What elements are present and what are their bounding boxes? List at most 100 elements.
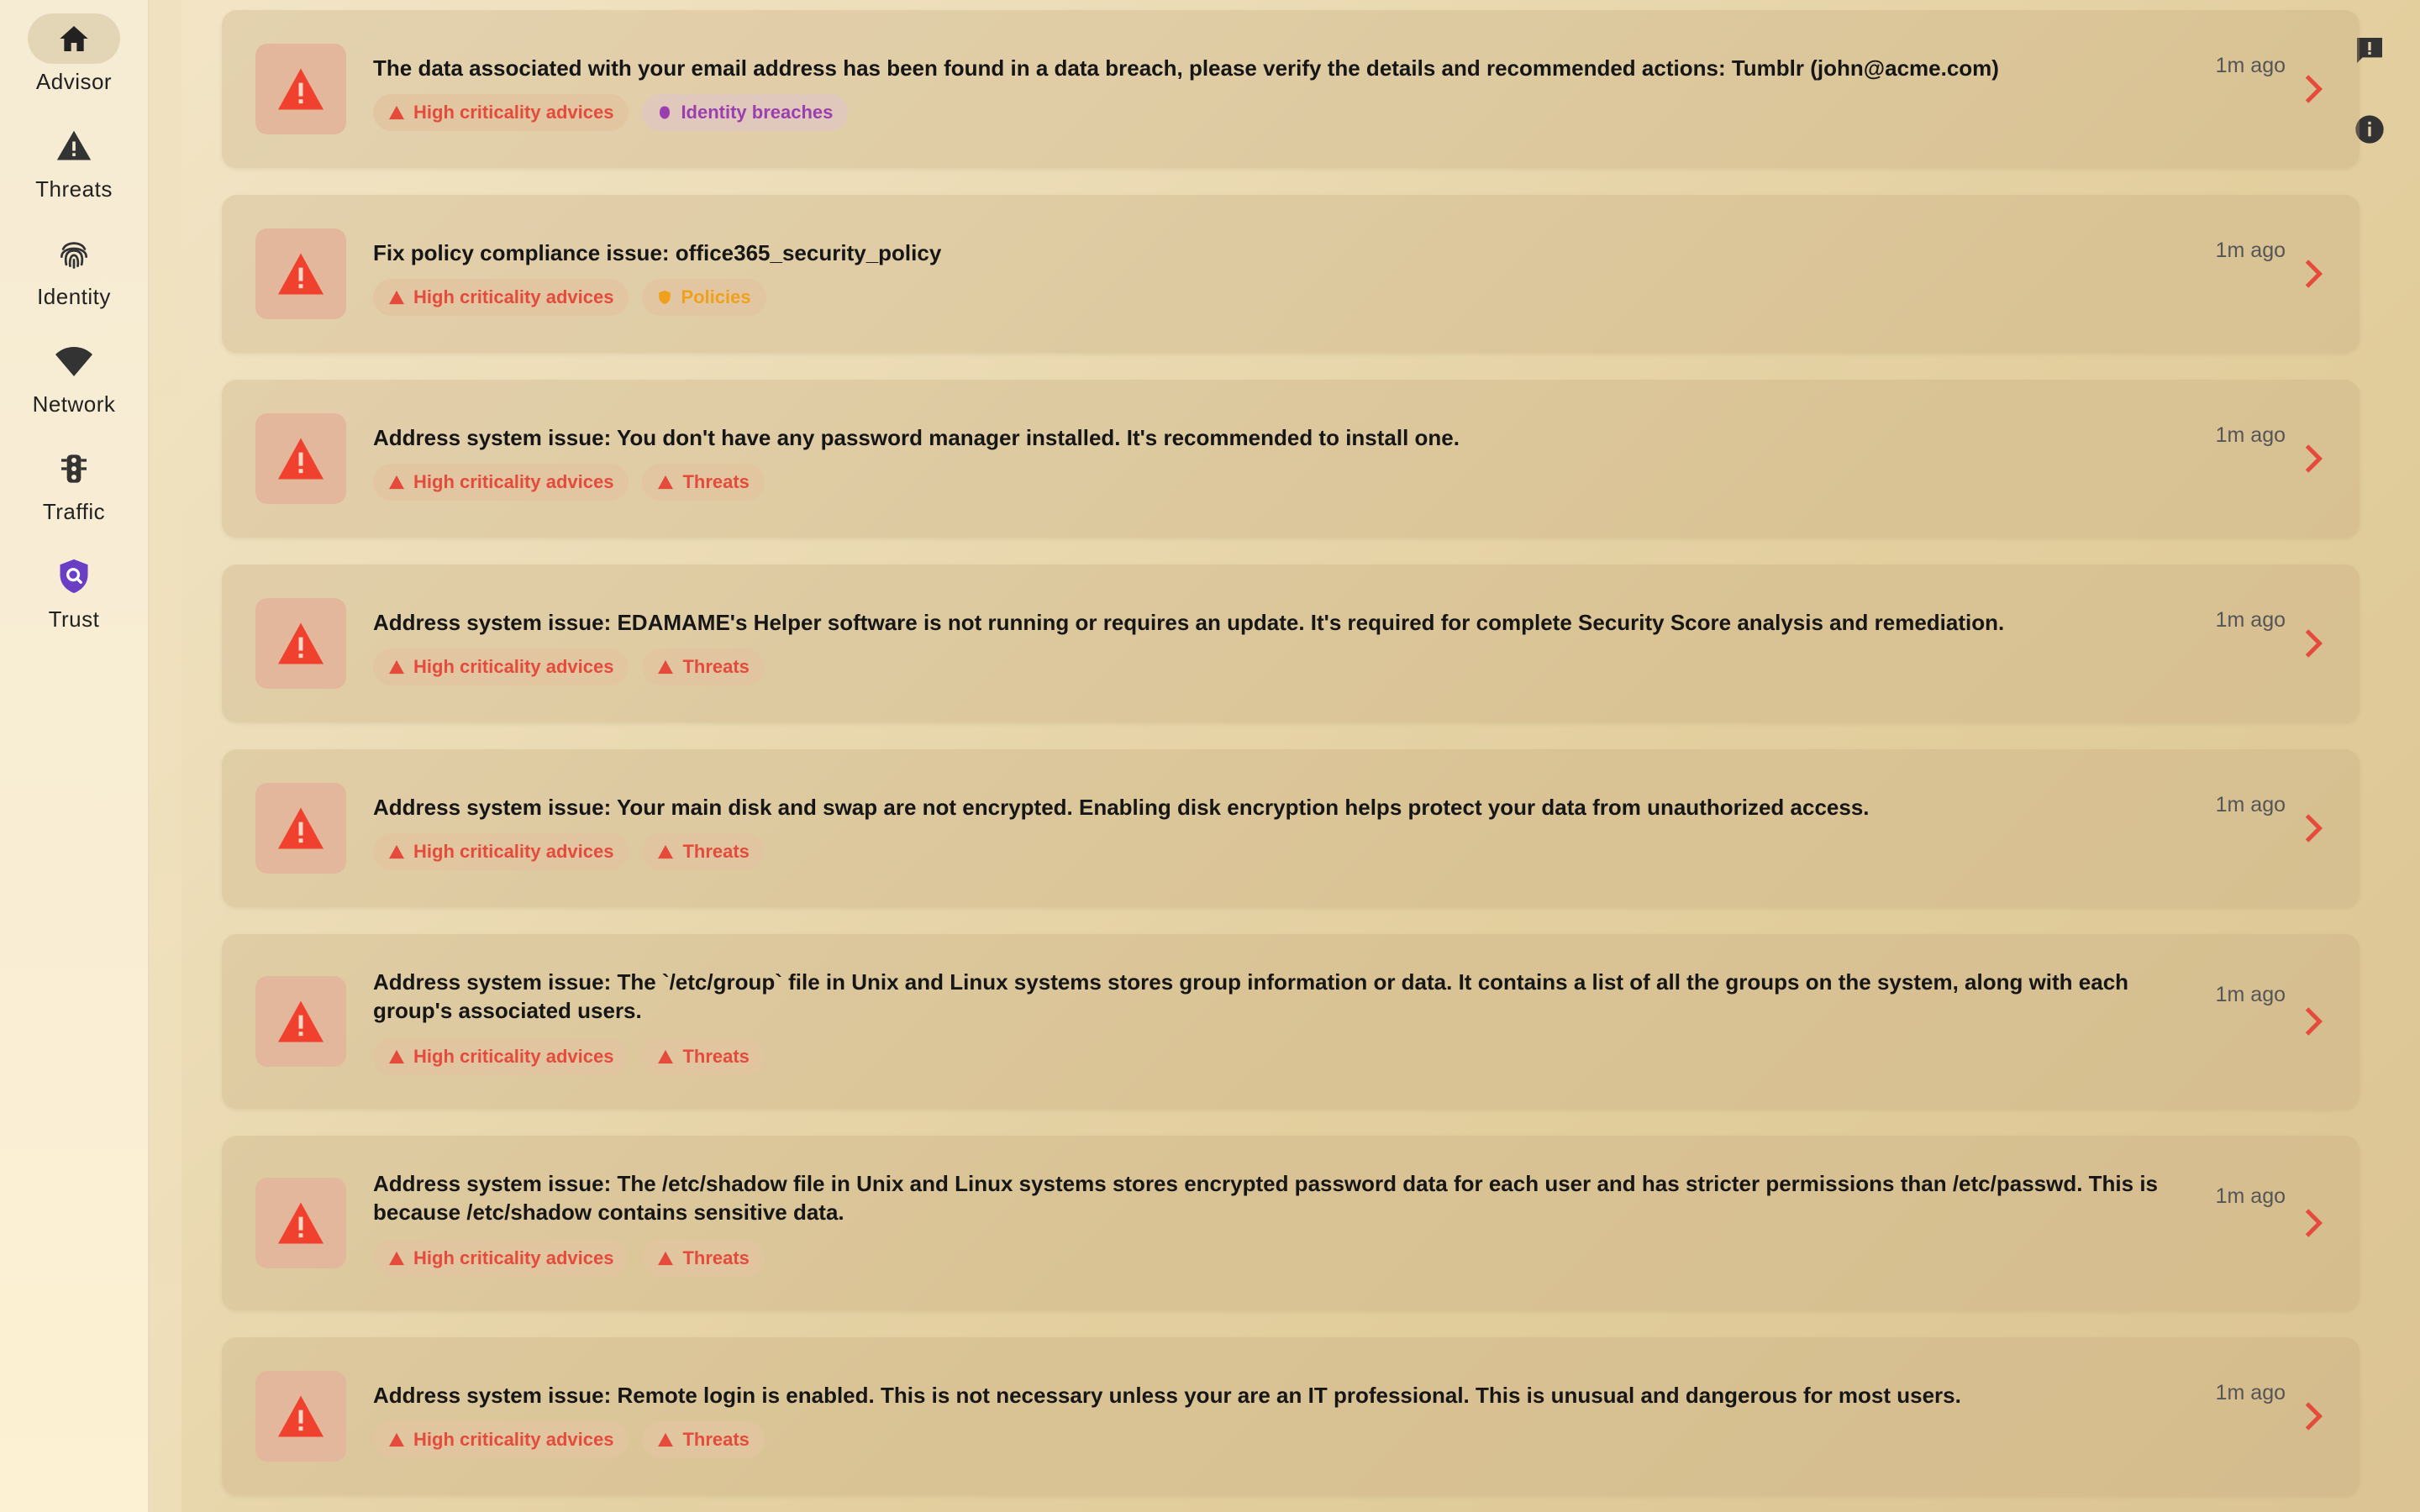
warning-icon (28, 121, 120, 171)
advice-time: 1m ago (2215, 423, 2286, 447)
tag-high-criticality[interactable]: High criticality advices (373, 1240, 629, 1277)
tag-label: Threats (682, 1046, 750, 1067)
tag-threat[interactable]: Threats (642, 833, 765, 870)
tag-label: Threats (682, 841, 750, 862)
advice-tags: High criticality advices Identity breache… (373, 94, 849, 131)
tag-threat[interactable]: Threats (642, 1038, 765, 1075)
chevron-right-icon[interactable] (2301, 627, 2326, 660)
warning-icon (255, 228, 346, 319)
sidebar: Advisor Threats Identity Network Traffic… (0, 0, 150, 1512)
advice-title: Address system issue: Remote login is en… (373, 1383, 1961, 1408)
advice-title: Address system issue: EDAMAME's Helper s… (373, 610, 2005, 635)
advice-tags: High criticality advices Threats (373, 1038, 765, 1075)
shield-search-icon (28, 551, 120, 601)
advice-card[interactable]: Address system issue: Remote login is en… (222, 1337, 2360, 1495)
traffic-light-icon (28, 444, 120, 494)
chevron-right-icon[interactable] (2301, 442, 2326, 475)
chevron-right-icon[interactable] (2301, 1206, 2326, 1240)
sidebar-item-label: Trust (48, 606, 100, 632)
advice-card[interactable]: Fix policy compliance issue: office365_s… (222, 195, 2360, 353)
sidebar-item-label: Identity (37, 284, 111, 309)
tag-threat[interactable]: Threats (642, 648, 765, 685)
tag-label: Threats (682, 656, 750, 677)
advice-tags: High criticality advices Policies (373, 279, 766, 316)
advice-title: Address system issue: Your main disk and… (373, 795, 1870, 820)
tag-high-criticality[interactable]: High criticality advices (373, 279, 629, 316)
warning-icon (255, 976, 346, 1067)
tag-threat[interactable]: Threats (642, 1240, 765, 1277)
sidebar-item-network[interactable]: Network (0, 336, 148, 417)
advice-card[interactable]: Address system issue: Your main disk and… (222, 749, 2360, 907)
advice-title: The data associated with your email addr… (373, 55, 1999, 81)
sidebar-item-advisor[interactable]: Advisor (0, 13, 148, 95)
advice-time: 1m ago (2215, 239, 2286, 262)
advice-title: Address system issue: You don't have any… (373, 425, 1460, 450)
advice-tags: High criticality advices Threats (373, 464, 765, 501)
tag-label: High criticality advices (413, 1046, 614, 1067)
sidebar-item-traffic[interactable]: Traffic (0, 444, 148, 525)
advice-time: 1m ago (2215, 54, 2286, 77)
chevron-right-icon[interactable] (2301, 1005, 2326, 1038)
advice-title: Address system issue: The /etc/shadow fi… (373, 1171, 2159, 1225)
tag-high-criticality[interactable]: High criticality advices (373, 464, 629, 501)
advice-card[interactable]: The data associated with your email addr… (222, 10, 2360, 168)
tag-label: High criticality advices (413, 841, 614, 862)
chevron-right-icon[interactable] (2301, 1399, 2326, 1433)
advice-time: 1m ago (2215, 1381, 2286, 1404)
sidebar-item-identity[interactable]: Identity (0, 228, 148, 310)
chevron-right-icon[interactable] (2301, 257, 2326, 291)
tag-label: High criticality advices (413, 656, 614, 677)
advice-card[interactable]: Address system issue: You don't have any… (222, 380, 2360, 538)
advice-time: 1m ago (2215, 1184, 2286, 1208)
tag-label: Threats (682, 471, 750, 492)
tag-label: High criticality advices (413, 286, 614, 307)
advice-card[interactable]: Address system issue: EDAMAME's Helper s… (222, 564, 2360, 722)
tag-policy[interactable]: Policies (642, 279, 766, 316)
tag-threat[interactable]: Threats (642, 1421, 765, 1458)
tag-label: Threats (682, 1429, 750, 1450)
tag-high-criticality[interactable]: High criticality advices (373, 648, 629, 685)
advice-tags: High criticality advices Threats (373, 1240, 765, 1277)
advice-time: 1m ago (2215, 983, 2286, 1006)
tag-breach[interactable]: Identity breaches (642, 94, 849, 131)
warning-icon (255, 413, 346, 504)
warning-icon (255, 1371, 346, 1462)
advice-card[interactable]: Address system issue: The `/etc/group` f… (222, 934, 2360, 1109)
tag-label: High criticality advices (413, 102, 614, 123)
tag-threat[interactable]: Threats (642, 464, 765, 501)
sidebar-item-label: Network (32, 391, 116, 417)
advice-title: Fix policy compliance issue: office365_s… (373, 240, 942, 265)
sidebar-item-trust[interactable]: Trust (0, 551, 148, 633)
tag-label: Identity breaches (681, 102, 834, 123)
advice-card[interactable]: Address system issue: The /etc/shadow fi… (222, 1136, 2360, 1310)
wifi-icon (28, 336, 120, 386)
advice-tags: High criticality advices Threats (373, 833, 765, 870)
tag-label: High criticality advices (413, 471, 614, 492)
tag-label: Threats (682, 1247, 750, 1268)
advice-time: 1m ago (2215, 793, 2286, 816)
sidebar-rail (150, 0, 182, 1512)
advice-tags: High criticality advices Threats (373, 648, 765, 685)
sidebar-item-label: Advisor (35, 69, 113, 94)
warning-icon (255, 783, 346, 874)
chevron-right-icon[interactable] (2301, 811, 2326, 845)
tag-high-criticality[interactable]: High criticality advices (373, 1038, 629, 1075)
fingerprint-icon (28, 228, 120, 279)
sidebar-item-label: Traffic (42, 499, 106, 524)
tag-high-criticality[interactable]: High criticality advices (373, 833, 629, 870)
advice-tags: High criticality advices Threats (373, 1421, 765, 1458)
tag-label: High criticality advices (413, 1429, 614, 1450)
tag-high-criticality[interactable]: High criticality advices (373, 1421, 629, 1458)
sidebar-item-label: Threats (35, 176, 113, 202)
sidebar-item-threats[interactable]: Threats (0, 121, 148, 202)
tag-label: Policies (681, 286, 751, 307)
tag-high-criticality[interactable]: High criticality advices (373, 94, 629, 131)
chevron-right-icon[interactable] (2301, 72, 2326, 106)
warning-icon (255, 598, 346, 689)
warning-icon (255, 44, 346, 134)
advice-time: 1m ago (2215, 608, 2286, 632)
home-icon (28, 13, 120, 64)
advice-title: Address system issue: The `/etc/group` f… (373, 969, 2129, 1023)
tag-label: High criticality advices (413, 1247, 614, 1268)
warning-icon (255, 1178, 346, 1268)
